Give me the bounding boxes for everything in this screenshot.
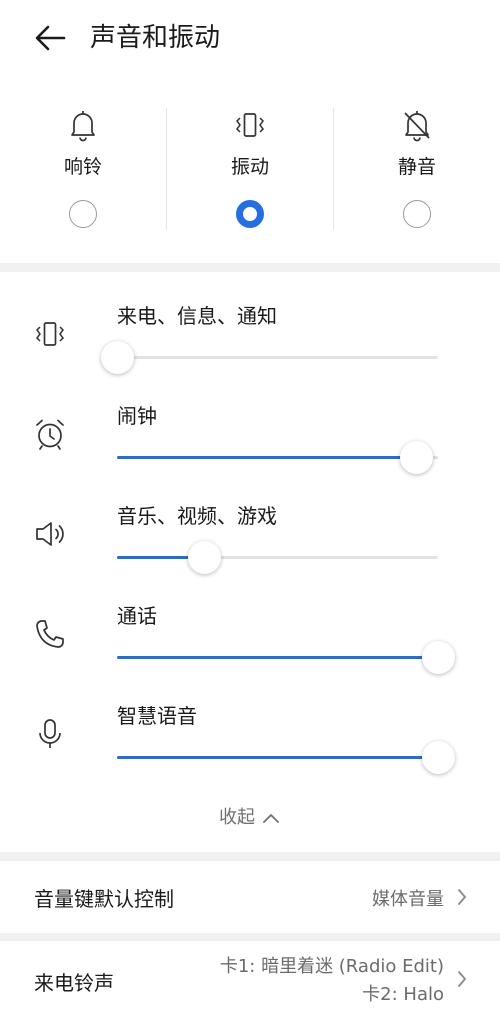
volume-key-value: 媒体音量	[372, 889, 444, 910]
ringtone-card2: 卡2: Halo	[362, 984, 444, 1005]
sound-mode-selector: 响铃 振动 静音	[0, 80, 500, 263]
volume-row-media: 音乐、视频、游戏	[0, 472, 500, 574]
volume-row-voice-assistant: 智慧语音	[0, 672, 500, 774]
mode-silent-radio[interactable]	[403, 200, 431, 228]
speaker-icon	[36, 522, 64, 546]
mode-vibrate-label: 振动	[230, 156, 269, 178]
mode-vibrate[interactable]: 振动	[167, 80, 333, 263]
volume-label: 来电、信息、通知	[117, 304, 277, 328]
slider-thumb[interactable]	[422, 641, 455, 674]
volume-slider[interactable]	[117, 641, 455, 674]
mode-ring-label: 响铃	[63, 156, 102, 178]
volume-slider[interactable]	[117, 741, 455, 774]
page-title: 声音和振动	[90, 23, 221, 53]
microphone-icon	[39, 719, 61, 748]
collapse-button[interactable]: 收起	[0, 800, 500, 836]
volume-row-call: 通话	[0, 572, 500, 674]
phone-icon	[36, 620, 64, 648]
volume-slider[interactable]	[117, 541, 438, 574]
volume-row-notifications: 来电、信息、通知	[0, 272, 500, 374]
vibrate-icon	[236, 113, 264, 137]
mode-vibrate-radio[interactable]	[236, 200, 264, 228]
volume-label: 音乐、视频、游戏	[117, 504, 277, 528]
mode-ring[interactable]: 响铃	[0, 80, 166, 263]
volume-slider[interactable]	[117, 441, 438, 474]
volume-panel: 来电、信息、通知 闹钟 音乐、视频、游戏 通话 智慧语音 收起	[0, 272, 500, 852]
volume-row-alarm: 闹钟	[0, 372, 500, 474]
slider-fill	[117, 756, 438, 759]
back-arrow-icon[interactable]	[30, 20, 70, 56]
collapse-label: 收起	[219, 807, 255, 828]
ringtone-values: 卡1: 暗里着迷 (Radio Edit) 卡2: Halo	[220, 953, 444, 1009]
volume-label: 通话	[117, 604, 157, 628]
volume-label: 智慧语音	[117, 704, 197, 728]
volume-slider[interactable]	[101, 341, 438, 374]
volume-label: 闹钟	[117, 404, 157, 428]
ringtone-row[interactable]: 来电铃声 卡1: 暗里着迷 (Radio Edit) 卡2: Halo	[0, 941, 500, 1033]
slider-thumb[interactable]	[101, 341, 134, 374]
volume-key-label: 音量键默认控制	[34, 887, 174, 911]
volume-key-default-row[interactable]: 音量键默认控制 媒体音量	[0, 861, 500, 933]
chevron-right-icon	[458, 889, 466, 905]
slider-thumb[interactable]	[187, 541, 221, 574]
ringtone-card1: 卡1: 暗里着迷 (Radio Edit)	[219, 956, 444, 977]
chevron-right-icon	[458, 971, 466, 987]
slider-thumb[interactable]	[399, 441, 433, 474]
mode-silent[interactable]: 静音	[334, 80, 500, 263]
slider-fill	[117, 456, 416, 459]
mode-silent-label: 静音	[397, 156, 436, 178]
ringtone-label: 来电铃声	[34, 971, 114, 995]
slider-fill	[117, 656, 438, 659]
vibrate-icon	[36, 322, 64, 346]
bell-off-icon	[404, 111, 430, 142]
chevron-up-icon	[263, 814, 279, 823]
app-header: 声音和振动	[0, 0, 500, 80]
slider-thumb[interactable]	[422, 741, 455, 774]
mode-ring-radio[interactable]	[69, 200, 97, 228]
bell-icon	[71, 111, 95, 142]
alarm-clock-icon	[36, 419, 64, 450]
